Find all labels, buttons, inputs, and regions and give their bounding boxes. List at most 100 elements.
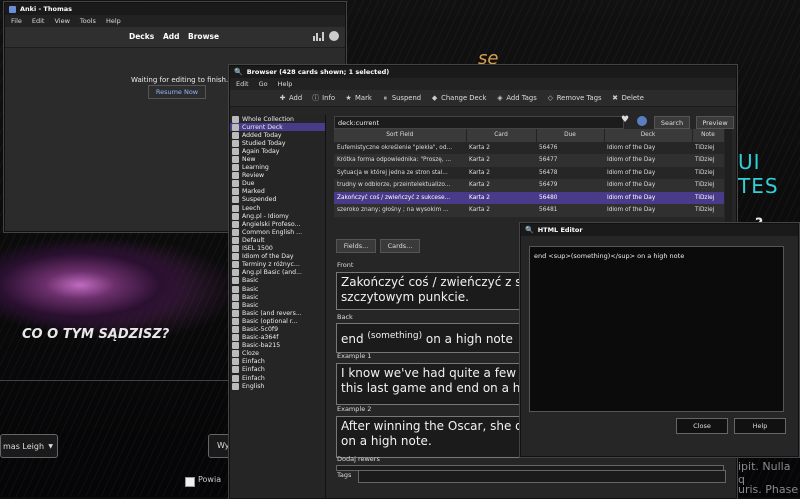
sidebar-item[interactable]: Again Today [230,147,325,155]
search-button[interactable]: Search [654,116,690,129]
toolbar-add[interactable]: Add [163,32,180,41]
menu-tools[interactable]: Tools [80,17,96,25]
dialog-icon: 🔍 [525,226,534,234]
sidebar-item[interactable]: Common English ... [230,228,325,236]
sidebar-item[interactable]: Terminy z różnyc... [230,261,325,269]
sidebar-item[interactable]: ISEL 1500 [230,245,325,253]
table-row[interactable]: Eufemistyczne określenie "piekła", od...… [334,141,724,154]
column-header[interactable]: Sort Field [334,129,467,142]
sidebar-item[interactable]: Whole Collection [230,115,325,123]
table-cell: szeroko znany; głośny ; na wysokim ... [334,204,466,217]
background-text-line-3: uris. Phase [738,483,799,496]
cards-button[interactable]: Cards... [380,239,420,253]
sidebar-item[interactable]: Default [230,236,325,244]
sidebar-item[interactable]: Cloze [230,350,325,358]
column-header[interactable]: Deck [604,129,693,142]
heart-icon[interactable]: ♥ [621,115,629,125]
table-row[interactable]: trudny w odbiorze, przeintelektualizo...… [334,179,724,192]
sidebar-item[interactable]: Basic-ba215 [230,342,325,350]
sidebar-item[interactable]: Basic-a364f [230,334,325,342]
menu-edit[interactable]: Edit [32,17,45,25]
sidebar-item[interactable]: Current Deck [230,123,325,132]
sidebar-item[interactable]: Suspended [230,196,325,204]
sidebar-item[interactable]: Leech [230,204,325,212]
fields-button[interactable]: Fields... [336,239,376,253]
add-tags-button[interactable]: ◈ Add Tags [495,94,537,103]
suspend-button[interactable]: ⏸ Suspend [381,94,422,103]
close-button[interactable]: Close [676,418,728,434]
sidebar-item[interactable]: Einfach [230,358,325,366]
table-cell: Karta 2 [466,141,536,154]
browser-menu-help[interactable]: Help [278,80,293,88]
sidebar-item[interactable]: English [230,382,325,390]
sidebar-item[interactable]: Due [230,180,325,188]
table-cell: Idiom of the Day [604,179,692,192]
menu-view[interactable]: View [54,17,69,25]
menu-help[interactable]: Help [106,17,121,25]
sidebar-item[interactable]: Ang.pl Basic (and... [230,269,325,277]
search-input[interactable] [334,116,624,129]
sidebar-item[interactable]: Marked [230,188,325,196]
sidebar-item[interactable]: Angielski Profeso... [230,220,325,228]
browser-menu-go[interactable]: Go [259,80,268,88]
background-cyan-text: UI TES [738,150,779,198]
tags-input[interactable] [358,470,726,483]
table-body: Eufemistyczne określenie "piekła", od...… [334,141,724,217]
sidebar-item[interactable]: Einfach [230,366,325,374]
stats-icon[interactable] [313,31,324,41]
sidebar-item[interactable]: Learning [230,164,325,172]
table-cell: 56476 [536,141,604,154]
front-label: Front [337,261,354,269]
add-button[interactable]: ✚ Add [278,94,303,103]
sidebar-item[interactable]: Basic (optional r... [230,317,325,325]
mark-button[interactable]: ★ Mark [344,94,371,103]
sidebar-item-label: Einfach [242,374,265,382]
toolbar-browse[interactable]: Browse [188,32,219,41]
powiadom-checkbox[interactable] [185,477,195,487]
change-deck-button[interactable]: ◆ Change Deck [430,94,486,103]
remove-tags-button[interactable]: ◇ Remove Tags [546,94,602,103]
sidebar-item-label: Basic-ba215 [242,342,281,350]
table-row[interactable]: Zakończyć coś / zwieńczyć z sukcese... Ka… [334,191,724,204]
column-header[interactable]: Card [466,129,537,142]
column-header[interactable]: Note [692,129,724,142]
toolbar-decks[interactable]: Decks [129,32,154,41]
menu-file[interactable]: File [11,17,22,25]
column-header[interactable]: Due [536,129,605,142]
sidebar-item[interactable]: Added Today [230,131,325,139]
sidebar-item[interactable]: Basic (and revers... [230,309,325,317]
sidebar-item[interactable]: Ang.pl - Idiomy [230,212,325,220]
sidebar-item-icon [232,164,239,172]
sidebar-item[interactable]: New [230,155,325,164]
sidebar-item[interactable]: Review [230,172,325,180]
powiadom-label: Powia [198,475,222,484]
sidebar-item-label: Marked [242,188,265,196]
preview-button[interactable]: Preview [696,116,734,129]
resume-now-button[interactable]: Resume Now [148,85,206,99]
sidebar-item[interactable]: Idiom of the Day [230,253,325,261]
delete-button[interactable]: ✖ Delete [611,94,644,103]
sidebar-item[interactable]: Basic [230,293,325,301]
table-row[interactable]: szeroko znany; głośny ; na wysokim ... Ka… [334,204,724,217]
sidebar-item-icon [232,139,239,147]
table-scrollbar[interactable] [725,129,732,222]
table-row[interactable]: Krótka forma odpowiednika: "Proszę, ... K… [334,154,724,167]
html-editor-textarea[interactable]: end <sup>(something)</sup> on a high not… [529,246,784,412]
sidebar-item[interactable]: Einfach [230,374,325,382]
info-button[interactable]: ⓘ Info [311,94,335,103]
help-button[interactable]: Help [734,418,786,434]
html-editor-content: end <sup>(something)</sup> on a high not… [534,252,685,260]
table-row[interactable]: Sytuacja w której jedna ze stron stal...… [334,166,724,179]
sidebar-item-label: Basic (optional r... [242,317,298,325]
sidebar-item[interactable]: Basic [230,285,325,293]
sidebar-item[interactable]: Basic [230,301,325,309]
sidebar-item[interactable]: Studied Today [230,139,325,147]
sidebar-item[interactable]: Basic [230,277,325,285]
sidebar-item-label: Review [242,172,265,180]
gear-icon[interactable] [637,116,647,126]
html-editor-title: HTML Editor [537,226,583,234]
user-select[interactable]: mas Leigh ▼ [0,434,58,458]
browser-menu-edit[interactable]: Edit [236,80,249,88]
sidebar-item[interactable]: Basic-5c0f9 [230,325,325,333]
sync-icon[interactable] [329,31,339,41]
